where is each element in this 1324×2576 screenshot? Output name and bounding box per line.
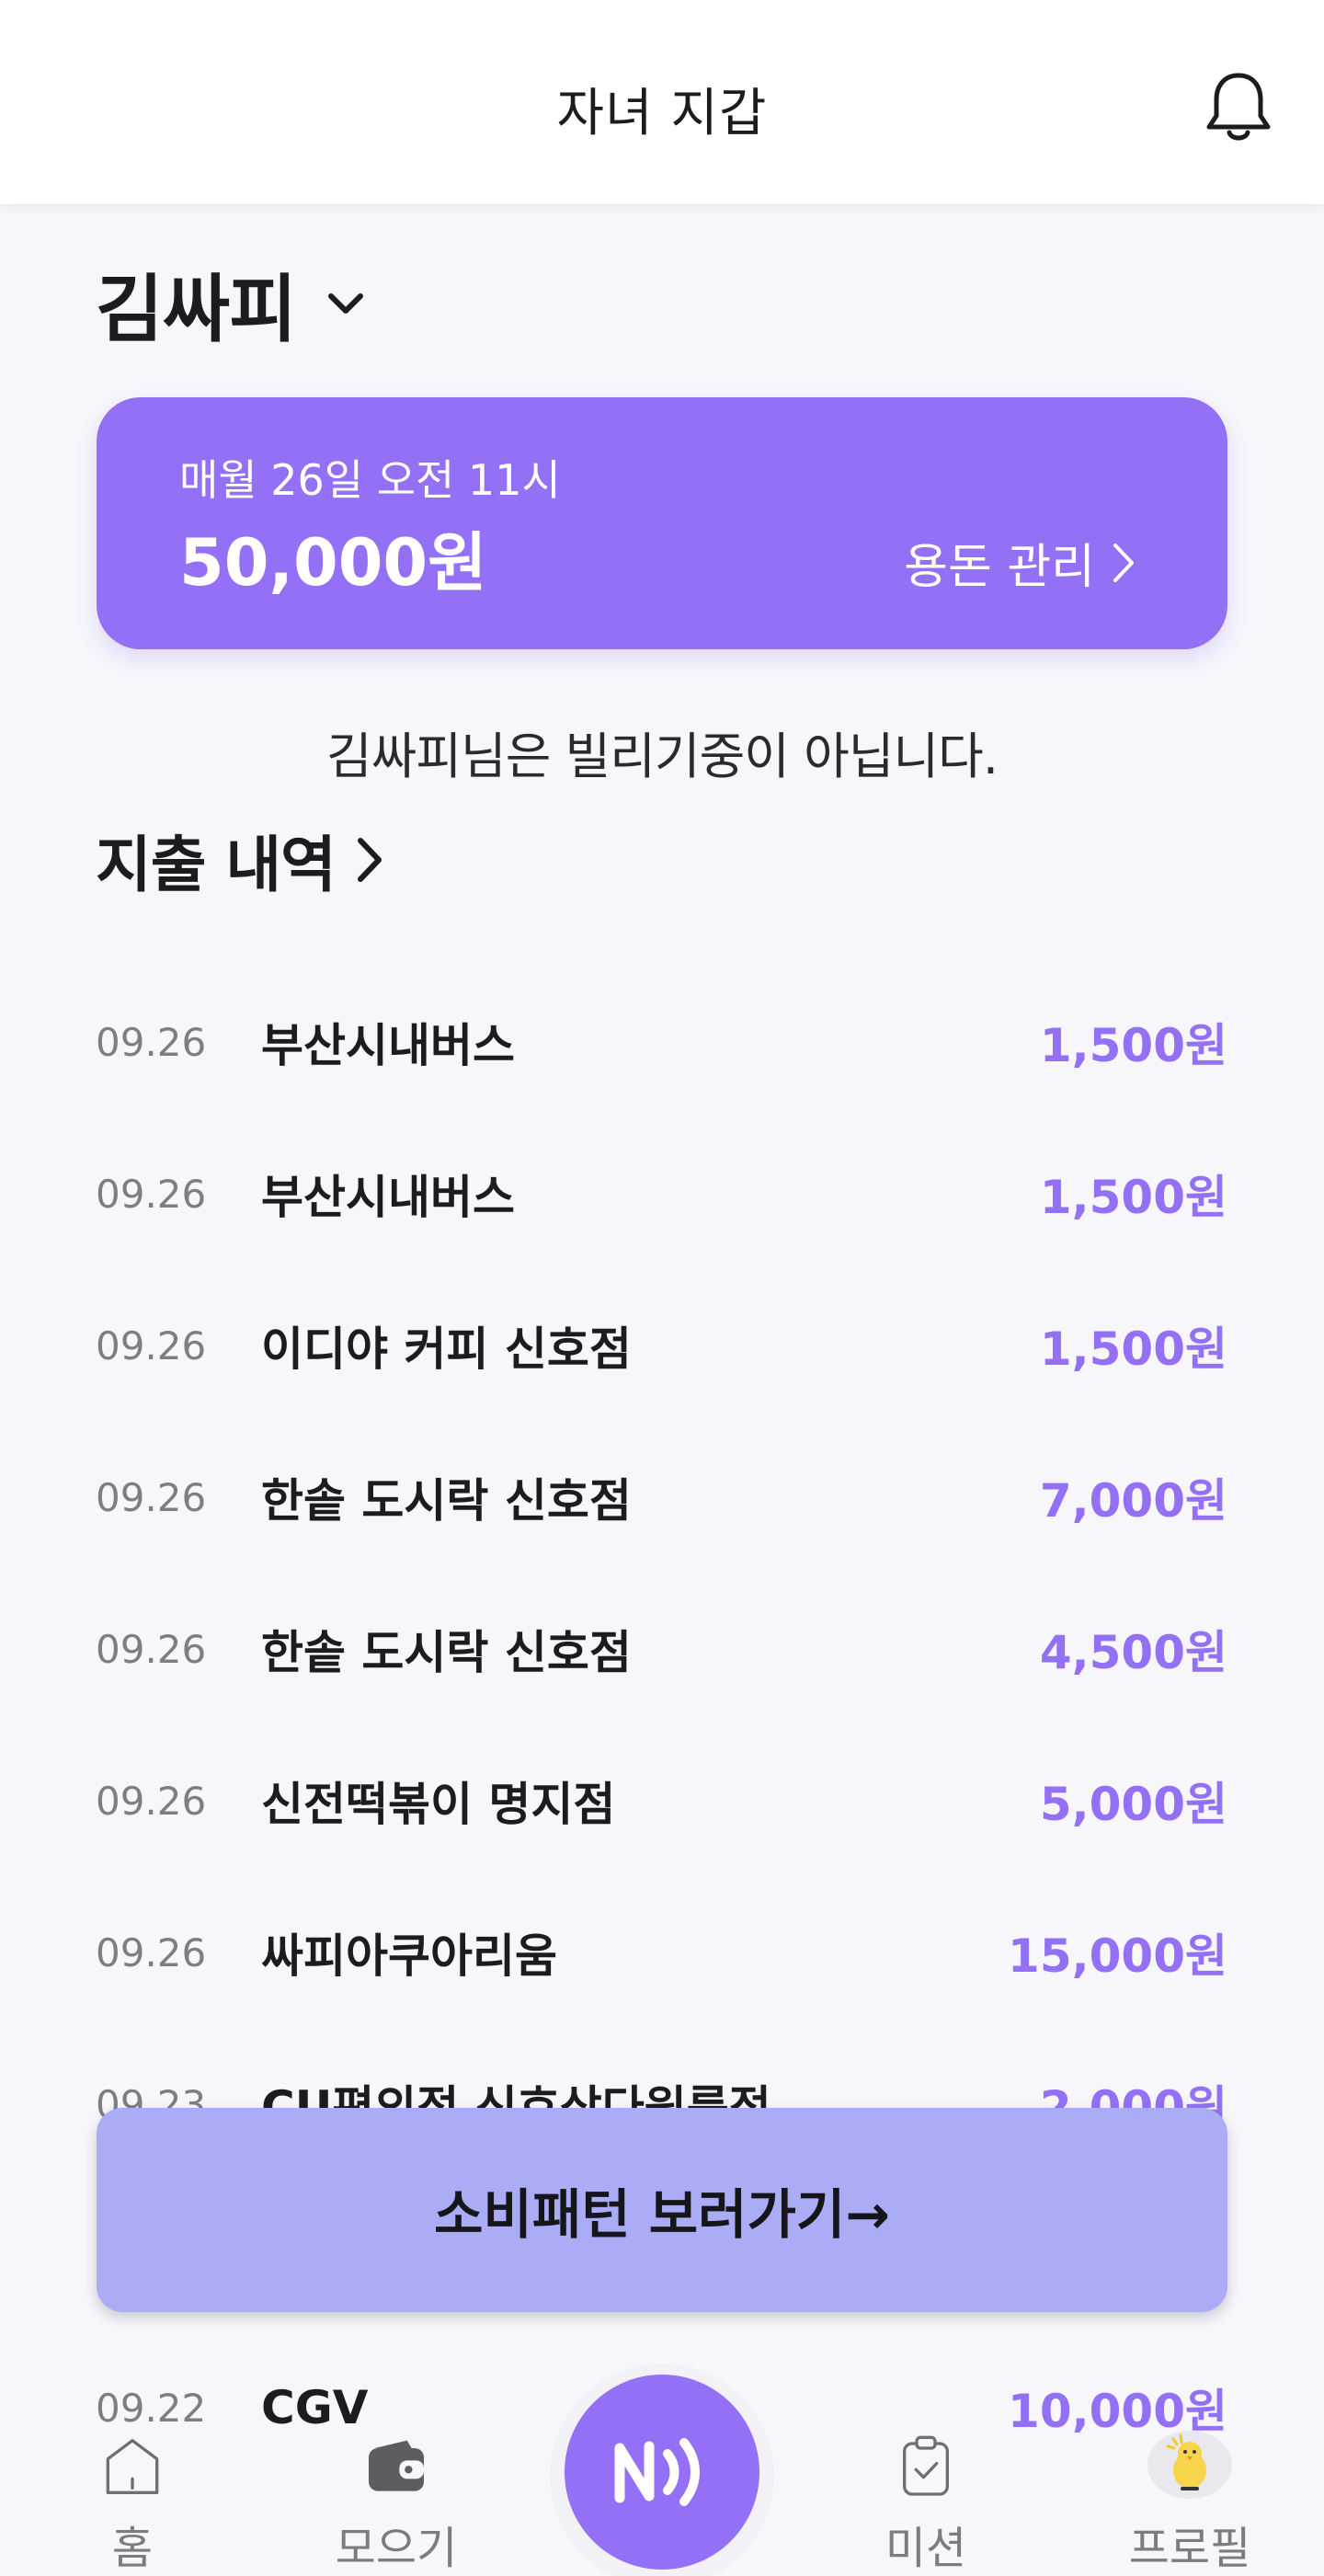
spending-pattern-button[interactable]: 소비패턴 보러가기→ — [97, 2108, 1227, 2312]
nav-item-mission[interactable]: 미션 — [825, 2433, 1027, 2576]
nfc-pay-button[interactable] — [565, 2375, 759, 2570]
nav-label-home: 홈 — [111, 2523, 154, 2574]
transaction-amount: 4,500원 — [1039, 1626, 1227, 1679]
chevron-right-icon — [357, 838, 382, 882]
app-header: 자녀 지갑 — [0, 0, 1324, 204]
transaction-date: 09.26 — [96, 1626, 207, 1672]
borrow-status-text: 김싸피님은 빌리기중이 아닙니다. — [325, 727, 999, 785]
allowance-schedule: 매월 26일 오전 11시 — [179, 455, 561, 505]
transaction-merchant: 이디야 커피 신호점 — [261, 1322, 632, 1376]
transaction-date: 09.26 — [96, 1929, 207, 1975]
transaction-amount: 15,000원 — [1008, 1929, 1227, 1983]
chick-avatar-icon — [1166, 2433, 1206, 2490]
home-icon — [106, 2439, 159, 2494]
section-title: 지출 내역 — [96, 830, 337, 900]
transaction-amount: 5,000원 — [1039, 1778, 1227, 1831]
nav-label-mission: 미션 — [885, 2523, 967, 2574]
chevron-right-icon — [1113, 543, 1134, 582]
transaction-row[interactable]: 09.26 한솥 도시락 신호점 7,000원 — [96, 1451, 1227, 1543]
transaction-row[interactable]: 09.26 이디야 커피 신호점 1,500원 — [96, 1299, 1227, 1391]
transaction-merchant: 한솥 도시락 신호점 — [261, 1626, 632, 1679]
child-selector[interactable]: 김싸피 — [96, 258, 368, 352]
nfc-pay-icon — [614, 2438, 700, 2506]
transaction-date: 09.26 — [96, 1474, 207, 1520]
transaction-row[interactable]: 09.26 부산시내버스 1,500원 — [96, 1148, 1227, 1240]
transaction-merchant: 싸피아쿠아리움 — [261, 1929, 557, 1983]
transaction-date: 09.26 — [96, 1171, 207, 1217]
nav-item-save[interactable]: 모으기 — [295, 2433, 497, 2576]
transaction-merchant: 부산시내버스 — [261, 1171, 515, 1224]
transaction-date: 09.26 — [96, 1019, 207, 1065]
transaction-merchant: 부산시내버스 — [261, 1019, 515, 1072]
child-name: 김싸피 — [96, 267, 297, 352]
wallet-icon — [369, 2440, 424, 2491]
transaction-amount: 1,500원 — [1039, 1171, 1227, 1224]
avatar — [1147, 2431, 1232, 2499]
nav-label-profile: 프로필 — [1128, 2523, 1251, 2574]
transaction-date: 09.26 — [96, 1322, 207, 1368]
bell-icon[interactable] — [1205, 70, 1272, 145]
chevron-down-icon — [327, 293, 363, 314]
transaction-amount: 1,500원 — [1039, 1322, 1227, 1376]
clipboard-check-icon — [903, 2435, 949, 2496]
transaction-date: 09.26 — [96, 1778, 207, 1824]
allowance-card: 매월 26일 오전 11시 50,000원 용돈 관리 — [97, 397, 1227, 649]
transaction-row[interactable]: 09.26 신전떡볶이 명지점 5,000원 — [96, 1755, 1227, 1847]
transaction-merchant: 신전떡볶이 명지점 — [261, 1778, 616, 1831]
transaction-amount: 1,500원 — [1039, 1019, 1227, 1072]
transaction-date: 09.22 — [96, 2385, 207, 2431]
transaction-amount: 7,000원 — [1039, 1474, 1227, 1528]
transaction-merchant: 한솥 도시락 신호점 — [261, 1474, 632, 1528]
page-title: 자녀 지갑 — [556, 84, 768, 143]
nav-item-home[interactable]: 홈 — [31, 2433, 234, 2576]
allowance-amount: 50,000원 — [179, 525, 487, 601]
transaction-row[interactable]: 09.26 한솥 도시락 신호점 4,500원 — [96, 1603, 1227, 1695]
spending-history-link[interactable]: 지출 내역 — [96, 819, 383, 901]
allowance-manage-button[interactable]: 용돈 관리 — [904, 528, 1136, 597]
transaction-row[interactable]: 09.26 부산시내버스 1,500원 — [96, 996, 1227, 1088]
nav-item-profile[interactable]: 프로필 — [1089, 2431, 1291, 2576]
nav-label-save: 모으기 — [335, 2523, 458, 2574]
transaction-row[interactable]: 09.26 싸피아쿠아리움 15,000원 — [96, 1906, 1227, 1998]
allowance-manage-label: 용돈 관리 — [904, 540, 1095, 595]
